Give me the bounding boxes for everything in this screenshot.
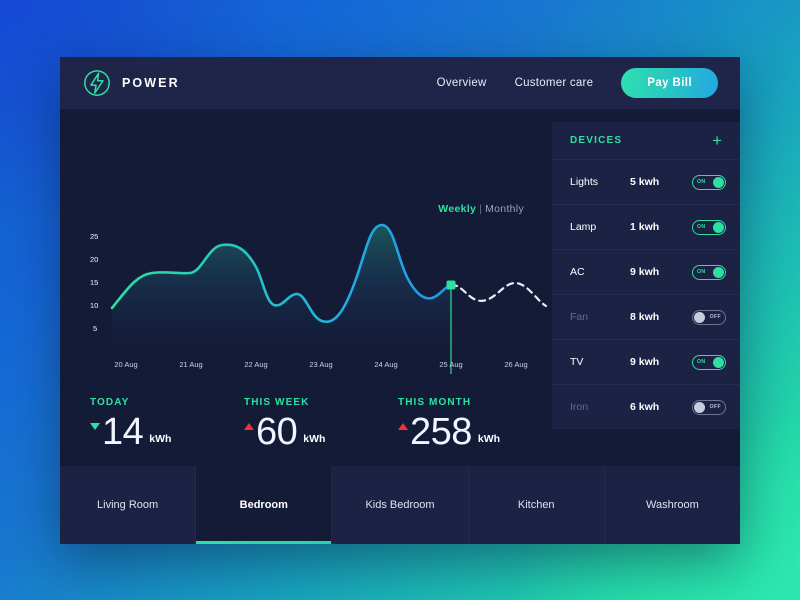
device-usage: 5 kwh (630, 176, 660, 188)
device-toggle[interactable]: ON (692, 174, 726, 190)
period-selector: Weekly | Monthly (438, 203, 524, 215)
svg-text:20: 20 (90, 255, 98, 264)
stat-unit: kWh (303, 433, 326, 446)
device-row-lamp[interactable]: Lamp 1 kwh ON (552, 205, 740, 250)
room-tabs: Living Room Bedroom Kids Bedroom Kitchen… (60, 466, 740, 544)
stat-unit: kWh (477, 433, 501, 446)
usage-chart: Weekly | Monthly 25 20 15 10 5 20 Aug 21… (60, 109, 552, 379)
trend-up-icon (398, 423, 408, 430)
tab-living-room[interactable]: Living Room (60, 466, 197, 544)
device-usage: 8 kwh (630, 311, 660, 323)
device-toggle[interactable]: ON (692, 264, 726, 280)
app-header: POWER Overview Customer care Pay Bill (60, 57, 740, 109)
svg-text:10: 10 (90, 301, 98, 310)
toggle-state-label: ON (697, 179, 706, 185)
chart-marker-dot[interactable] (446, 280, 456, 290)
stat-this-week: THIS WEEK 60 kWh (244, 397, 398, 466)
dashboard-body: Weekly | Monthly 25 20 15 10 5 20 Aug 21… (60, 109, 740, 466)
y-axis-ticks: 25 20 15 10 5 (90, 232, 98, 333)
pay-bill-button[interactable]: Pay Bill (621, 68, 718, 98)
stat-this-month: THIS MONTH 258 kWh (398, 397, 552, 466)
svg-text:5: 5 (93, 324, 97, 333)
toggle-state-label: OFF (709, 314, 721, 320)
tab-kitchen[interactable]: Kitchen (469, 466, 605, 544)
stat-value: 258 (410, 411, 472, 453)
stat-value: 60 (256, 411, 298, 453)
device-usage: 9 kwh (630, 266, 660, 278)
device-name: AC (570, 266, 585, 278)
svg-text:25: 25 (90, 232, 98, 241)
device-toggle[interactable]: OFF (692, 309, 726, 325)
nav-link-customer-care[interactable]: Customer care (515, 77, 594, 89)
tab-bedroom[interactable]: Bedroom (196, 466, 333, 544)
toggle-knob (713, 266, 724, 278)
toggle-knob (694, 311, 705, 323)
devices-panel: DEVICES + Lights 5 kwh ON Lamp 1 kwh ON (552, 122, 740, 429)
stat-label: TODAY (90, 397, 130, 408)
period-separator: | (479, 203, 483, 215)
chart-area-fill (112, 225, 451, 357)
stat-today: TODAY 14 kWh (90, 397, 244, 466)
toggle-knob (713, 221, 724, 233)
device-usage: 9 kwh (630, 356, 660, 368)
device-usage: 1 kwh (630, 221, 660, 233)
device-name: Lamp (570, 221, 597, 233)
chart-line-forecast (449, 281, 548, 308)
devices-title: DEVICES (570, 135, 623, 146)
trend-down-icon (90, 423, 100, 430)
device-name: Fan (570, 311, 589, 323)
dashboard-card: POWER Overview Customer care Pay Bill We… (60, 57, 740, 544)
device-name: Iron (570, 401, 589, 413)
svg-text:15: 15 (90, 278, 98, 287)
toggle-knob (713, 176, 724, 188)
device-name: Lights (570, 176, 599, 188)
lightning-bolt-circle-icon (84, 70, 110, 96)
brand-name: POWER (122, 76, 180, 90)
devices-header: DEVICES + (552, 122, 740, 160)
device-name: TV (570, 356, 584, 368)
toggle-state-label: ON (697, 224, 706, 230)
period-monthly[interactable]: Monthly (485, 203, 524, 215)
toggle-state-label: ON (697, 269, 706, 275)
stat-value: 14 (102, 411, 144, 453)
toggle-knob (694, 401, 705, 413)
device-row-tv[interactable]: TV 9 kwh ON (552, 340, 740, 385)
nav-link-overview[interactable]: Overview (437, 77, 487, 89)
device-row-ac[interactable]: AC 9 kwh ON (552, 250, 740, 295)
device-toggle[interactable]: ON (692, 219, 726, 235)
device-toggle[interactable]: ON (692, 354, 726, 370)
stat-label: THIS MONTH (398, 397, 472, 408)
device-usage: 6 kwh (630, 401, 660, 413)
toggle-state-label: OFF (709, 404, 721, 410)
device-row-lights[interactable]: Lights 5 kwh ON (552, 160, 740, 205)
main-nav: Overview Customer care Pay Bill (437, 68, 718, 98)
summary-stats: TODAY 14 kWh THIS WEEK 60 kWh THIS MONTH… (60, 379, 552, 466)
chart-svg: 25 20 15 10 5 (90, 223, 548, 374)
period-weekly[interactable]: Weekly (438, 203, 476, 215)
stat-label: THIS WEEK (244, 397, 310, 408)
toggle-state-label: ON (697, 359, 706, 365)
device-row-iron[interactable]: Iron 6 kwh OFF (552, 385, 740, 429)
brand: POWER (82, 68, 180, 98)
tab-washroom[interactable]: Washroom (605, 466, 740, 544)
left-column: Weekly | Monthly 25 20 15 10 5 20 Aug 21… (60, 109, 552, 466)
device-row-fan[interactable]: Fan 8 kwh OFF (552, 295, 740, 340)
trend-up-icon (244, 423, 254, 430)
device-toggle[interactable]: OFF (692, 399, 726, 415)
toggle-knob (713, 356, 724, 368)
stat-unit: kWh (149, 433, 172, 446)
tab-kids-bedroom[interactable]: Kids Bedroom (332, 466, 469, 544)
plus-icon[interactable]: + (712, 132, 722, 149)
